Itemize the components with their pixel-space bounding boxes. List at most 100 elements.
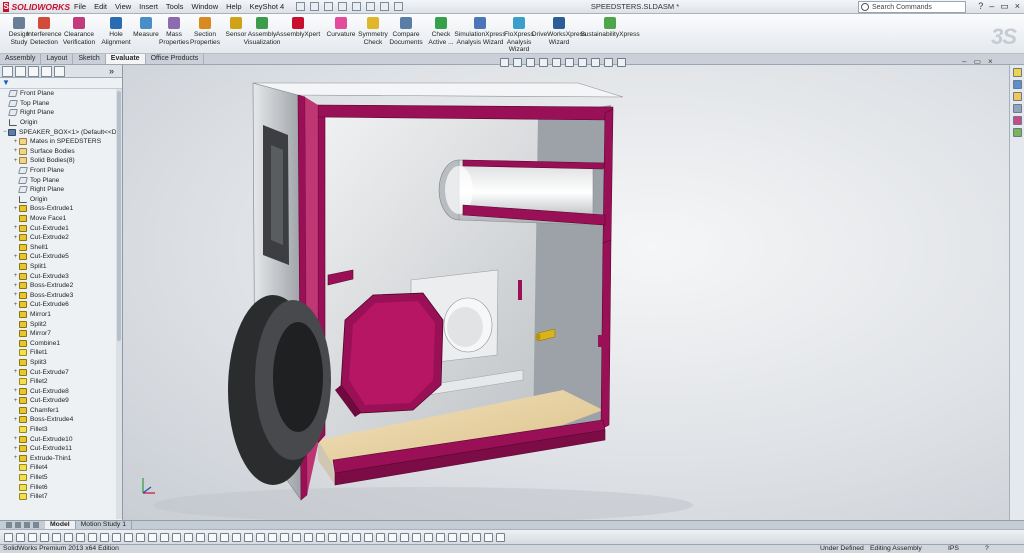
rotate-component-icon[interactable] bbox=[364, 532, 373, 542]
apply-scene-icon[interactable] bbox=[604, 58, 613, 67]
expand-toggle-icon[interactable]: + bbox=[12, 398, 19, 404]
tree-item[interactable]: + Boss-Extrude3 bbox=[2, 290, 122, 300]
menu-view[interactable]: View bbox=[111, 1, 135, 13]
viewport-close-icon[interactable]: × bbox=[988, 57, 993, 66]
shaded-icon[interactable] bbox=[160, 532, 169, 542]
tree-item[interactable]: Right Plane bbox=[2, 185, 122, 195]
tree-item[interactable]: + Cut-Extrude8 bbox=[2, 386, 122, 396]
normal-to-icon[interactable] bbox=[88, 532, 97, 542]
interference-icon[interactable] bbox=[460, 532, 469, 542]
design-library-icon[interactable] bbox=[1013, 80, 1022, 89]
help-status-icon[interactable]: ? bbox=[985, 545, 989, 553]
undo-icon[interactable] bbox=[352, 2, 362, 11]
tree-item[interactable]: + Surface Bodies bbox=[2, 147, 122, 157]
menu-window[interactable]: Window bbox=[187, 1, 222, 13]
tree-item[interactable]: + Boss-Extrude4 bbox=[2, 415, 122, 425]
prev-tab-icon[interactable] bbox=[15, 522, 21, 528]
zoom-fit-icon[interactable] bbox=[28, 532, 37, 542]
measure-icon[interactable] bbox=[436, 532, 445, 542]
open-document-icon[interactable] bbox=[310, 2, 320, 11]
tree-item[interactable]: + Cut-Extrude1 bbox=[2, 223, 122, 233]
expand-toggle-icon[interactable]: + bbox=[12, 273, 19, 279]
tree-item[interactable]: Front Plane bbox=[2, 89, 122, 99]
select-icon[interactable] bbox=[76, 532, 85, 542]
resolve-icon[interactable] bbox=[412, 532, 421, 542]
view-settings-icon[interactable] bbox=[617, 58, 626, 67]
close-button[interactable]: × bbox=[1015, 1, 1020, 12]
display-manager-tab-icon[interactable] bbox=[54, 66, 65, 77]
smart-fastener-icon[interactable] bbox=[328, 532, 337, 542]
shadows-icon[interactable] bbox=[220, 532, 229, 542]
tree-item[interactable]: + Boss-Extrude2 bbox=[2, 281, 122, 291]
save-icon[interactable] bbox=[324, 2, 334, 11]
previous-view-icon[interactable] bbox=[526, 58, 535, 67]
tree-item[interactable]: Right Plane bbox=[2, 108, 122, 118]
ribbon-compare-documents-button[interactable]: Compare Documents bbox=[389, 17, 423, 46]
expand-toggle-icon[interactable]: + bbox=[12, 369, 19, 375]
tree-item[interactable]: Origin bbox=[2, 195, 122, 205]
tree-scrollbar[interactable] bbox=[116, 89, 122, 519]
tree-item[interactable]: − SPEAKER_BOX<1> (Default<<Def bbox=[2, 127, 122, 137]
property-manager-tab-icon[interactable] bbox=[15, 66, 26, 77]
mass-properties-icon[interactable] bbox=[448, 532, 457, 542]
view-palette-icon[interactable] bbox=[1013, 104, 1022, 113]
tree-item[interactable]: + Extrude-Thin1 bbox=[2, 454, 122, 464]
expand-toggle-icon[interactable]: + bbox=[12, 446, 19, 452]
ribbon-symmetry-check-button[interactable]: Symmetry Check bbox=[356, 17, 390, 46]
pan-icon[interactable] bbox=[64, 532, 73, 542]
dimxpert-tab-icon[interactable] bbox=[41, 66, 52, 77]
tab-evaluate[interactable]: Evaluate bbox=[105, 54, 146, 64]
scrollbar-thumb[interactable] bbox=[117, 91, 121, 341]
wireframe-icon[interactable] bbox=[172, 532, 181, 542]
help-icon[interactable]: ? bbox=[978, 1, 983, 12]
tree-item[interactable]: + Cut-Extrude3 bbox=[2, 271, 122, 281]
next-tab-icon[interactable] bbox=[24, 522, 30, 528]
expand-toggle-icon[interactable]: + bbox=[12, 206, 19, 212]
select-icon[interactable] bbox=[366, 2, 376, 11]
expand-toggle-icon[interactable]: + bbox=[12, 292, 19, 298]
expand-toggle-icon[interactable]: + bbox=[12, 235, 19, 241]
tab-office-products[interactable]: Office Products bbox=[146, 54, 205, 64]
ribbon-section-properties-button[interactable]: Section Properties bbox=[188, 17, 222, 46]
viewport-restore-icon[interactable]: ▭ bbox=[973, 57, 981, 66]
tree-item[interactable]: Mirror1 bbox=[2, 310, 122, 320]
tab-motion-study-1[interactable]: Motion Study 1 bbox=[76, 521, 132, 529]
tab-assembly[interactable]: Assembly bbox=[0, 54, 42, 64]
view-orientation-icon[interactable] bbox=[552, 58, 561, 67]
file-explorer-icon[interactable] bbox=[1013, 92, 1022, 101]
panel-expand-icon[interactable]: » bbox=[109, 66, 120, 77]
tab-sketch[interactable]: Sketch bbox=[73, 54, 106, 64]
tree-item[interactable]: Combine1 bbox=[2, 338, 122, 348]
tab-model[interactable]: Model bbox=[45, 521, 76, 529]
expand-toggle-icon[interactable]: + bbox=[12, 302, 19, 308]
last-tab-icon[interactable] bbox=[33, 522, 39, 528]
menu-tools[interactable]: Tools bbox=[162, 1, 188, 13]
menu-file[interactable]: File bbox=[70, 1, 90, 13]
ribbon-clearance-button[interactable]: Clearance Verification bbox=[62, 17, 96, 46]
menu-keyshot-4[interactable]: KeyShot 4 bbox=[246, 1, 289, 13]
ribbon-assemblyxpert-button[interactable]: AssemblyXpert bbox=[276, 17, 320, 39]
status-units[interactable]: IPS bbox=[948, 545, 959, 553]
speaker-enclosure-model[interactable] bbox=[123, 65, 1009, 520]
properties-icon[interactable] bbox=[424, 532, 433, 542]
hide-component-icon[interactable] bbox=[376, 532, 385, 542]
tree-filter[interactable]: ▼ bbox=[0, 78, 122, 89]
ribbon-driveworksxpress-button[interactable]: DriveWorksXpress Wizard bbox=[532, 17, 586, 46]
tree-item[interactable]: + Solid Bodies(8) bbox=[2, 156, 122, 166]
ambient-occlusion-icon[interactable] bbox=[232, 532, 241, 542]
feature-manager-tab-icon[interactable] bbox=[2, 66, 13, 77]
minimize-button[interactable]: – bbox=[989, 1, 994, 12]
lights-icon[interactable] bbox=[280, 532, 289, 542]
configuration-manager-tab-icon[interactable] bbox=[28, 66, 39, 77]
scene-icon[interactable] bbox=[268, 532, 277, 542]
menu-edit[interactable]: Edit bbox=[90, 1, 111, 13]
ribbon-simulationxpress-button[interactable]: SimulationXpress Analysis Wizard bbox=[454, 17, 506, 46]
front-view-icon[interactable] bbox=[100, 532, 109, 542]
tree-item[interactable]: + Cut-Extrude10 bbox=[2, 434, 122, 444]
suppress-icon[interactable] bbox=[400, 532, 409, 542]
tree-item[interactable]: + Cut-Extrude9 bbox=[2, 396, 122, 406]
mate-icon[interactable] bbox=[316, 532, 325, 542]
solidworks-resources-icon[interactable] bbox=[1013, 68, 1022, 77]
tree-item[interactable]: Top Plane bbox=[2, 99, 122, 109]
expand-toggle-icon[interactable]: + bbox=[12, 139, 19, 145]
